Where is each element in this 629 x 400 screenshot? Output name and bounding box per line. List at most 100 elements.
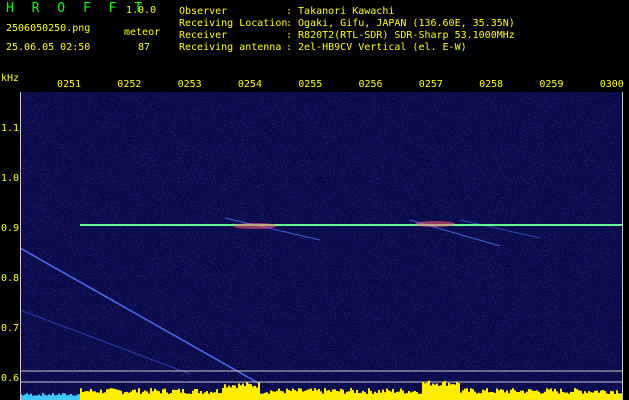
power-bar [198,393,200,400]
power-bar [296,391,298,400]
power-bar [602,390,604,400]
power-bar [116,389,118,400]
power-bar [170,393,172,400]
power-bar [118,390,120,400]
power-bar [220,393,222,400]
power-bar [452,383,454,400]
power-bar [106,389,108,400]
power-bar [128,392,130,400]
power-bar [556,391,558,400]
power-bar [486,388,488,400]
power-bar [76,394,78,400]
power-bar [594,390,596,400]
x-tick-label: 0258 [479,79,504,90]
power-bar [252,386,254,400]
power-bar [154,388,156,400]
power-bar [130,391,132,400]
power-bar [538,391,540,400]
y-tick-label: 1.0 [1,173,20,184]
power-bar [622,392,623,400]
meteor-echo-1 [233,223,277,229]
power-bar [482,389,484,400]
power-bar [356,389,358,400]
power-bar [614,393,616,400]
power-bar [444,380,446,400]
power-bar [180,392,182,400]
power-bar [270,390,272,400]
power-bar [140,393,142,400]
x-tick-label: 0257 [418,79,443,90]
power-bar [484,390,486,400]
power-bar [256,387,258,400]
power-bar [110,388,112,400]
power-bar [210,391,212,400]
spectrogram [20,92,623,400]
power-bar [156,390,158,400]
y-tick-label: 0.6 [1,373,20,384]
power-bar [528,389,530,400]
power-bar [332,389,334,400]
power-bar [422,381,424,400]
power-bar [344,393,346,400]
power-bar [68,394,70,400]
power-bar [416,392,418,400]
power-bar [584,391,586,400]
power-bar [494,393,496,400]
power-bar [516,391,518,400]
power-bar [186,393,188,400]
power-bar [322,393,324,400]
power-bar [562,391,564,400]
power-bar [132,389,134,400]
power-bar [470,388,472,400]
power-bar [414,390,416,400]
power-bar [588,391,590,400]
power-bar [114,388,116,400]
power-bar [142,391,144,400]
x-tick-label: 0259 [539,79,564,90]
power-bar [608,393,610,400]
power-bar [504,392,506,400]
power-bar [40,395,42,400]
power-bar [70,394,72,400]
power-bar [432,383,434,400]
power-bar [390,391,392,400]
power-bar [378,390,380,400]
power-bar [78,394,80,400]
power-bar [374,391,376,400]
power-bar [112,388,114,400]
app-version: 1.0.0 [126,5,157,16]
power-bar [208,393,210,400]
power-bar [214,392,216,400]
power-bar [30,393,32,400]
power-bar [58,393,60,400]
power-bar [246,382,248,400]
power-bar [62,393,64,400]
power-bar [366,393,368,400]
power-bar [172,389,174,400]
power-bar [84,391,86,400]
power-bar [558,393,560,400]
meteor-echo-2 [415,221,455,227]
power-bar [596,390,598,400]
power-bar [80,388,82,400]
power-bar [574,388,576,400]
power-bar [580,390,582,400]
power-bar [166,392,168,400]
power-bar [54,395,56,400]
power-bar [458,383,460,400]
power-bar [278,388,280,400]
power-bar [46,395,48,400]
power-bar [44,394,46,400]
power-bar [370,390,372,400]
power-bar [346,391,348,400]
power-bar [284,393,286,400]
x-tick-label: 0252 [117,79,142,90]
power-bar [260,393,262,400]
power-bar [394,392,396,400]
power-bar [586,393,588,400]
power-bar [274,391,276,400]
power-bar [564,392,566,400]
power-bar [612,391,614,400]
power-bar [536,390,538,400]
power-bar [426,382,428,400]
